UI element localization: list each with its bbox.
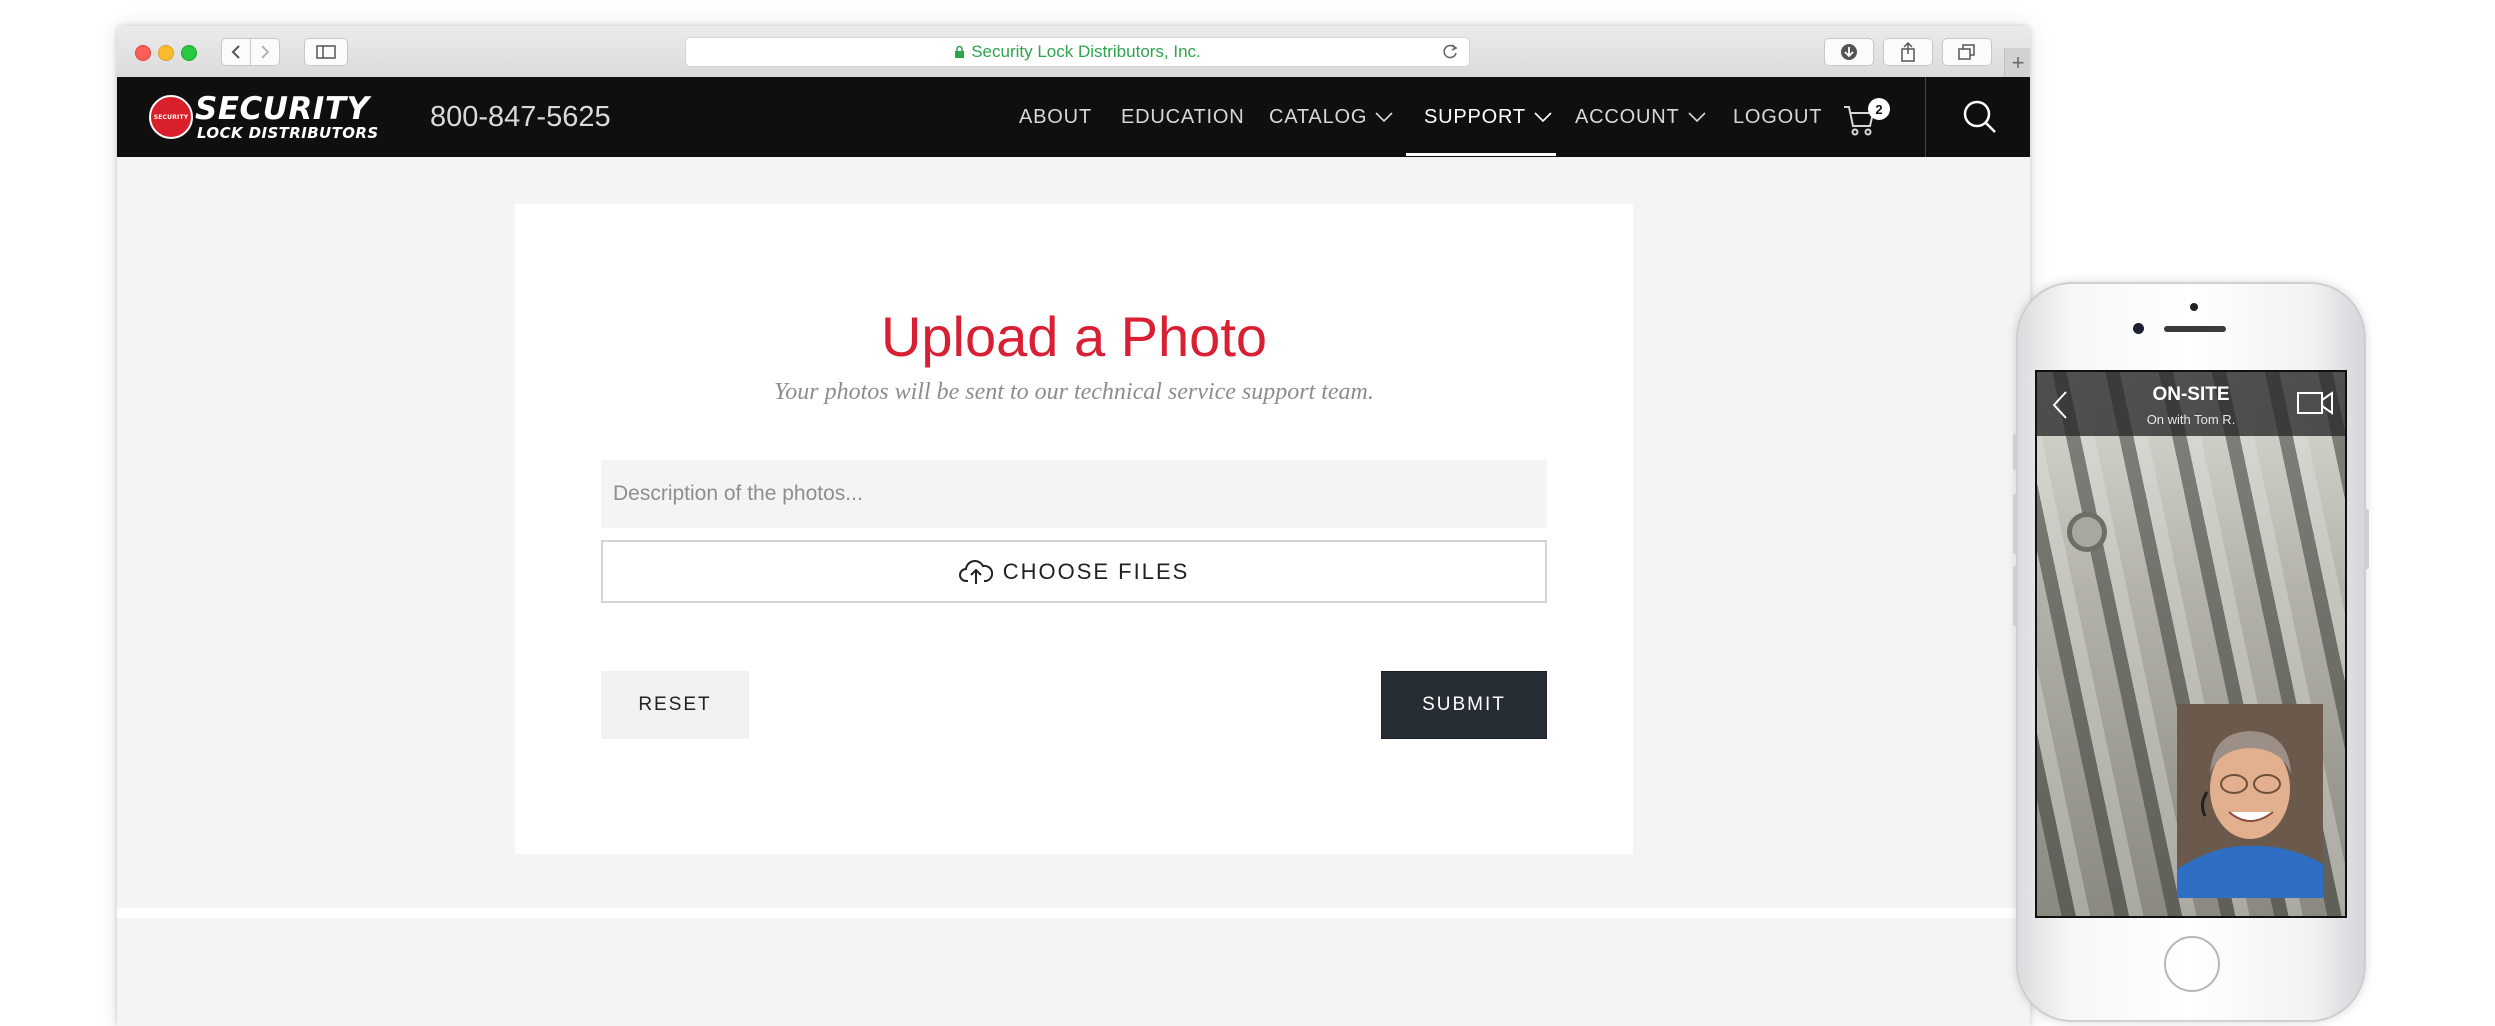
nav-about[interactable]: ABOUT xyxy=(1019,77,1092,157)
address-bar[interactable]: Security Lock Distributors, Inc. xyxy=(685,37,1470,67)
tabs-icon xyxy=(1958,44,1975,60)
chevron-down-icon xyxy=(1687,112,1706,122)
phone-home-button[interactable] xyxy=(2164,936,2220,992)
phone-power-button xyxy=(2365,509,2369,569)
phone-earpiece xyxy=(2164,326,2226,332)
agent-portrait-image xyxy=(2177,704,2323,898)
lock-icon xyxy=(954,45,965,59)
phone-front-camera xyxy=(2133,323,2144,334)
new-tab-button[interactable]: + xyxy=(2004,48,2030,77)
downloads-button[interactable] xyxy=(1824,38,1874,66)
sidebar-toggle-button[interactable] xyxy=(304,38,348,66)
upload-card: Upload a Photo Your photos will be sent … xyxy=(515,204,1633,854)
logo-line1: SECURITY xyxy=(195,91,370,127)
chevron-right-icon xyxy=(261,45,270,59)
share-icon xyxy=(1901,42,1915,62)
submit-button[interactable]: SUBMIT xyxy=(1381,671,1547,739)
active-nav-underline xyxy=(1406,153,1556,156)
nav-catalog-label: CATALOG xyxy=(1269,105,1368,128)
chevron-down-icon xyxy=(1375,112,1393,122)
browser-window: Security Lock Distributors, Inc. + SECUR… xyxy=(117,26,2030,1026)
minimize-window-button[interactable] xyxy=(158,45,174,61)
choose-files-label: CHOOSE FILES xyxy=(1002,558,1190,584)
header-divider xyxy=(1925,77,1926,157)
description-input[interactable] xyxy=(601,460,1547,528)
download-icon xyxy=(1841,44,1857,60)
browser-toolbar: Security Lock Distributors, Inc. + xyxy=(117,26,2030,78)
address-bar-title: Security Lock Distributors, Inc. xyxy=(971,42,1201,61)
search-button[interactable] xyxy=(1960,97,2000,137)
site-header: SECURITY SECURITY LOCK DISTRIBUTORS 800-… xyxy=(117,77,2030,157)
sidebar-icon xyxy=(316,45,336,59)
nav-about-label: ABOUT xyxy=(1019,105,1092,128)
phone-mockup: ON-SITE On with Tom R. xyxy=(2013,282,2369,1022)
choose-files-button[interactable]: CHOOSE FILES xyxy=(601,540,1547,603)
reload-icon[interactable] xyxy=(1441,43,1459,66)
reset-button[interactable]: RESET xyxy=(601,671,749,739)
nav-logout[interactable]: LOGOUT xyxy=(1733,77,1822,157)
back-button[interactable] xyxy=(221,38,251,66)
chevron-down-icon xyxy=(1534,112,1552,122)
nav-account-label: ACCOUNT xyxy=(1575,105,1680,128)
tabs-overview-button[interactable] xyxy=(1942,38,1992,66)
section-divider xyxy=(117,908,2030,918)
chevron-left-icon xyxy=(231,45,240,59)
cart-button[interactable]: 2 xyxy=(1842,98,1890,138)
video-camera-icon[interactable] xyxy=(2297,390,2333,421)
nav-logout-label: LOGOUT xyxy=(1733,105,1823,128)
phone-side-button xyxy=(2013,434,2017,470)
nav-education-label: EDUCATION xyxy=(1121,105,1245,128)
forward-button[interactable] xyxy=(250,38,280,66)
door-lock-image xyxy=(2067,512,2107,552)
phone-number[interactable]: 800-847-5625 xyxy=(430,101,611,134)
share-button[interactable] xyxy=(1883,38,1933,66)
cloud-upload-icon xyxy=(958,559,993,585)
phone-volume-up xyxy=(2013,494,2017,554)
nav-education[interactable]: EDUCATION xyxy=(1121,77,1245,157)
support-agent-video xyxy=(2177,704,2323,898)
logo-line2: LOCK DISTRIBUTORS xyxy=(197,124,379,142)
page-subtitle: Your photos will be sent to our technica… xyxy=(774,379,1374,405)
nav-support[interactable]: SUPPORT xyxy=(1424,77,1552,157)
nav-catalog[interactable]: CATALOG xyxy=(1269,77,1393,157)
call-header: ON-SITE On with Tom R. xyxy=(2037,372,2345,436)
nav-account[interactable]: ACCOUNT xyxy=(1575,77,1706,157)
cart-count-badge: 2 xyxy=(1868,98,1890,120)
logo-badge: SECURITY xyxy=(149,95,193,139)
phone-screen: ON-SITE On with Tom R. xyxy=(2035,370,2347,918)
phone-volume-down xyxy=(2013,566,2017,626)
nav-support-label: SUPPORT xyxy=(1424,105,1526,128)
page-title: Upload a Photo xyxy=(880,305,1268,368)
search-icon xyxy=(1963,100,1996,133)
site-logo[interactable]: SECURITY SECURITY LOCK DISTRIBUTORS xyxy=(149,91,389,143)
close-window-button[interactable] xyxy=(135,45,151,61)
phone-sensor xyxy=(2190,303,2198,311)
zoom-window-button[interactable] xyxy=(181,45,197,61)
